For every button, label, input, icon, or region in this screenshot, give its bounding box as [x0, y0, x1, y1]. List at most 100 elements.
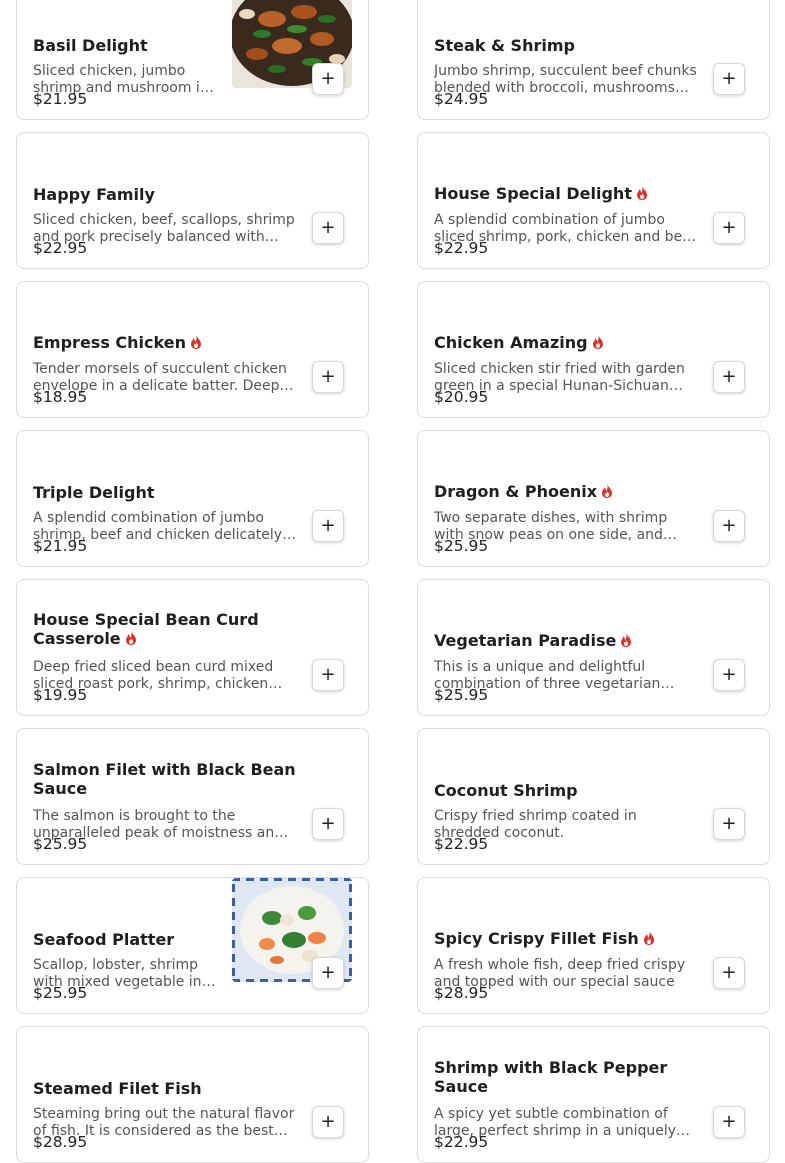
menu-item-info: Steamed Filet Fish Steaming bring out the…	[33, 1027, 297, 1162]
menu-item-info: Happy Family Sliced chicken, beef, scallo…	[33, 133, 297, 268]
plus-icon: +	[320, 664, 336, 685]
add-to-cart-button[interactable]: +	[713, 659, 745, 691]
menu-item-info: House Special Bean Curd Casserole Deep fr…	[33, 580, 297, 715]
menu-item-price: $25.95	[33, 984, 88, 1002]
menu-item-card[interactable]: Vegetarian Paradise This is a unique and …	[417, 579, 770, 716]
menu-item-info: Basil Delight Sliced chicken, jumbo shrim…	[33, 0, 219, 119]
menu-item-card[interactable]: House Special Delight A splendid combinat…	[417, 132, 770, 269]
menu-item-card[interactable]: Steak & Shrimp Jumbo shrimp, succulent be…	[417, 0, 770, 120]
add-to-cart-button[interactable]: +	[312, 510, 344, 542]
menu-item-card[interactable]: Chicken Amazing Sliced chicken stir fried…	[417, 281, 770, 418]
menu-item-price: $20.95	[434, 388, 489, 406]
plus-icon: +	[320, 962, 336, 983]
menu-item-title: Happy Family	[33, 185, 297, 204]
menu-item-price: $25.95	[434, 686, 489, 704]
add-to-cart-button[interactable]: +	[312, 659, 344, 691]
menu-item-name: Coconut Shrimp	[434, 781, 578, 800]
menu-item-card[interactable]: Coconut Shrimp Crispy fried shrimp coated…	[417, 728, 770, 865]
menu-item-price: $22.95	[434, 835, 489, 853]
menu-item-title: Dragon & Phoenix	[434, 482, 698, 502]
plus-icon: +	[320, 68, 336, 89]
menu-item-card[interactable]: Triple Delight A splendid combination of …	[16, 430, 369, 567]
menu-item-price: $22.95	[33, 239, 88, 257]
menu-item-name: Empress Chicken	[33, 333, 186, 352]
flame-icon	[190, 334, 202, 353]
menu-item-name: Vegetarian Paradise	[434, 631, 617, 650]
add-to-cart-button[interactable]: +	[713, 957, 745, 989]
menu-item-price: $28.95	[434, 984, 489, 1002]
flame-icon	[601, 483, 613, 502]
add-to-cart-button[interactable]: +	[312, 1106, 344, 1138]
plus-icon: +	[721, 515, 737, 536]
menu-item-name: House Special Bean Curd Casserole	[33, 610, 259, 648]
menu-item-title: Basil Delight	[33, 36, 219, 55]
plus-icon: +	[721, 366, 737, 387]
plus-icon: +	[721, 962, 737, 983]
menu-item-price: $25.95	[33, 835, 88, 853]
menu-item-price: $22.95	[434, 239, 489, 257]
plus-icon: +	[320, 1111, 336, 1132]
menu-item-title: House Special Bean Curd Casserole	[33, 610, 297, 649]
plus-icon: +	[320, 515, 336, 536]
menu-item-info: Chicken Amazing Sliced chicken stir fried…	[434, 282, 698, 417]
menu-item-card[interactable]: Shrimp with Black Pepper Sauce A spicy ye…	[417, 1026, 770, 1163]
menu-item-price: $24.95	[434, 90, 489, 108]
menu-item-title: Spicy Crispy Fillet Fish	[434, 929, 698, 949]
menu-item-price: $25.95	[434, 537, 489, 555]
add-to-cart-button[interactable]: +	[312, 808, 344, 840]
menu-item-title: Shrimp with Black Pepper Sauce	[434, 1058, 698, 1096]
add-to-cart-button[interactable]: +	[312, 212, 344, 244]
plus-icon: +	[721, 217, 737, 238]
add-to-cart-button[interactable]: +	[713, 808, 745, 840]
menu-item-price: $21.95	[33, 90, 88, 108]
plus-icon: +	[320, 813, 336, 834]
menu-item-name: Steamed Filet Fish	[33, 1079, 202, 1098]
menu-item-card[interactable]: Happy Family Sliced chicken, beef, scallo…	[16, 132, 369, 269]
menu-item-name: Chicken Amazing	[434, 333, 588, 352]
menu-item-card[interactable]: Seafood Platter Scallop, lobster, shrimp …	[16, 877, 369, 1014]
menu-item-info: Salmon Filet with Black Bean Sauce The sa…	[33, 729, 297, 864]
menu-item-price: $22.95	[434, 1133, 489, 1151]
add-to-cart-button[interactable]: +	[312, 63, 344, 95]
menu-item-name: Happy Family	[33, 185, 155, 204]
menu-item-name: Basil Delight	[33, 36, 148, 55]
menu-item-price: $18.95	[33, 388, 88, 406]
menu-item-name: Dragon & Phoenix	[434, 482, 598, 501]
add-to-cart-button[interactable]: +	[312, 957, 344, 989]
menu-item-card[interactable]: Salmon Filet with Black Bean Sauce The sa…	[16, 728, 369, 865]
menu-item-card[interactable]: Spicy Crispy Fillet Fish A fresh whole fi…	[417, 877, 770, 1014]
add-to-cart-button[interactable]: +	[312, 361, 344, 393]
menu-item-title: Vegetarian Paradise	[434, 631, 698, 651]
add-to-cart-button[interactable]: +	[713, 63, 745, 95]
menu-item-title: Seafood Platter	[33, 930, 219, 949]
menu-item-name: Seafood Platter	[33, 930, 175, 949]
menu-item-card[interactable]: Basil Delight Sliced chicken, jumbo shrim…	[16, 0, 369, 120]
menu-item-title: Steak & Shrimp	[434, 36, 698, 55]
plus-icon: +	[721, 1111, 737, 1132]
menu-item-info: Steak & Shrimp Jumbo shrimp, succulent be…	[434, 0, 698, 119]
add-to-cart-button[interactable]: +	[713, 361, 745, 393]
menu-item-name: Steak & Shrimp	[434, 36, 575, 55]
menu-item-card[interactable]: Dragon & Phoenix Two separate dishes, wit…	[417, 430, 770, 567]
menu-item-info: Spicy Crispy Fillet Fish A fresh whole fi…	[434, 878, 698, 1013]
plus-icon: +	[721, 68, 737, 89]
plus-icon: +	[320, 366, 336, 387]
menu-item-title: House Special Delight	[434, 184, 698, 204]
menu-item-info: Dragon & Phoenix Two separate dishes, wit…	[434, 431, 698, 566]
menu-item-card[interactable]: Empress Chicken Tender morsels of succule…	[16, 281, 369, 418]
menu-item-title: Triple Delight	[33, 483, 297, 502]
flame-icon	[125, 630, 137, 649]
menu-item-info: Empress Chicken Tender morsels of succule…	[33, 282, 297, 417]
menu-item-info: Shrimp with Black Pepper Sauce A spicy ye…	[434, 1027, 698, 1162]
add-to-cart-button[interactable]: +	[713, 510, 745, 542]
add-to-cart-button[interactable]: +	[713, 1106, 745, 1138]
flame-icon	[592, 334, 604, 353]
flame-icon	[636, 185, 648, 204]
menu-item-card[interactable]: Steamed Filet Fish Steaming bring out the…	[16, 1026, 369, 1163]
flame-icon	[620, 632, 632, 651]
menu-item-title: Chicken Amazing	[434, 333, 698, 353]
menu-item-name: Triple Delight	[33, 483, 155, 502]
plus-icon: +	[721, 813, 737, 834]
add-to-cart-button[interactable]: +	[713, 212, 745, 244]
menu-item-card[interactable]: House Special Bean Curd Casserole Deep fr…	[16, 579, 369, 716]
